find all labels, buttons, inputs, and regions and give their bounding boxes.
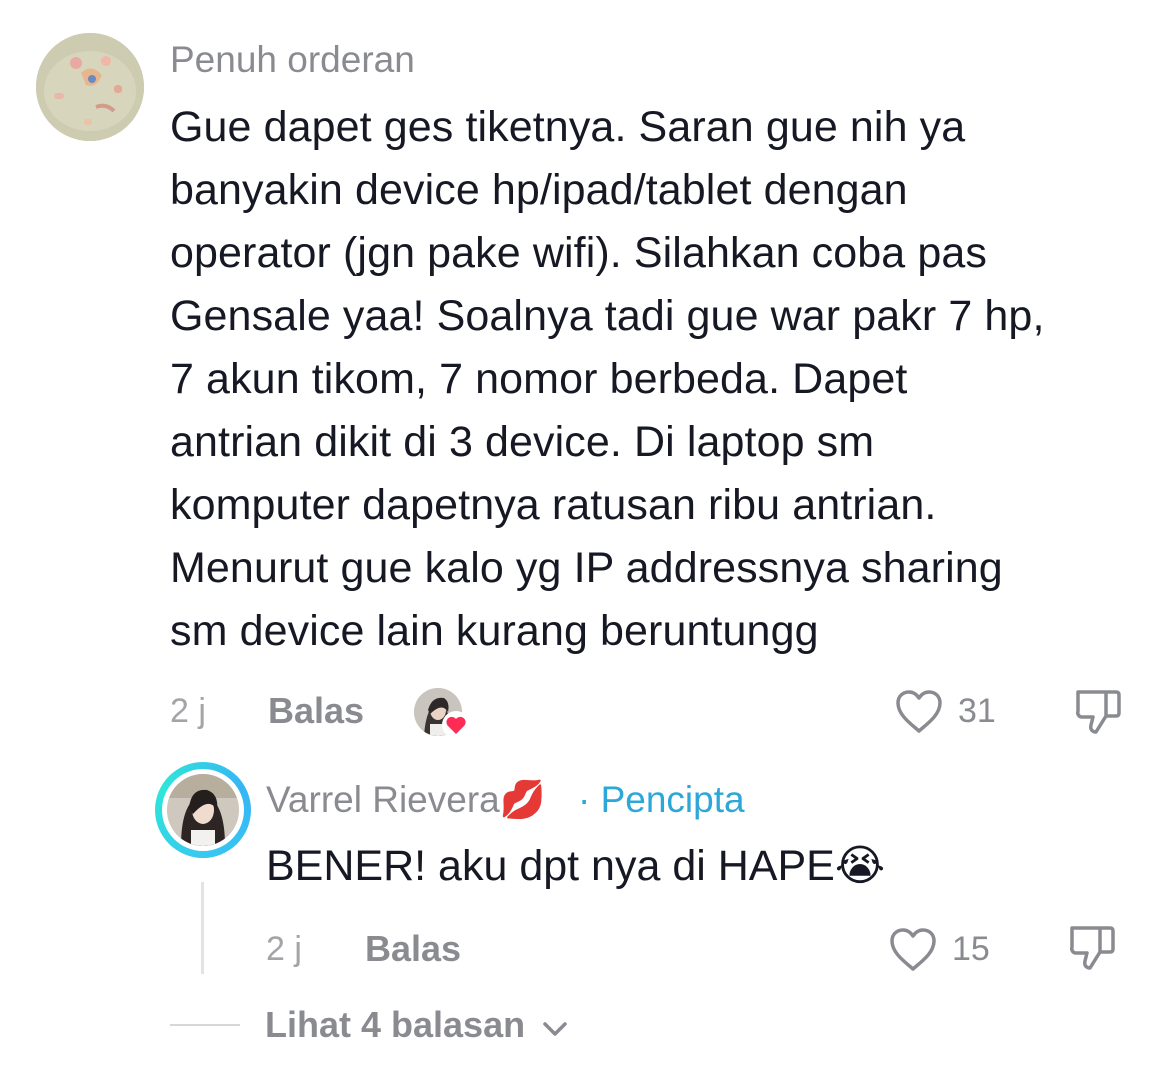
thumbs-down-icon[interactable] <box>1070 684 1126 740</box>
view-replies-button[interactable]: Lihat 4 balasan <box>265 1001 569 1051</box>
heart-outline-icon[interactable] <box>887 926 939 974</box>
reply-button[interactable]: Balas <box>268 686 364 736</box>
comment-line: Gensale yaa! Soalnya tadi gue war pakr 7… <box>170 292 1045 340</box>
comment-line: antrian dikit di 3 device. Di laptop sm <box>170 418 875 466</box>
reply-reply-button[interactable]: Balas <box>365 924 461 974</box>
comment-line: 7 akun tikom, 7 nomor berbeda. Dapet <box>170 355 908 403</box>
reply-avatar[interactable] <box>167 774 239 846</box>
comment-line: sm device lain kurang beruntungg <box>170 607 819 655</box>
view-replies-divider <box>170 1024 240 1026</box>
thumbs-down-icon[interactable] <box>1064 920 1120 976</box>
view-replies-label: Lihat 4 balasan <box>265 1004 526 1045</box>
comment-text: Gue dapet ges tiketnya. Saran gue nih ya… <box>170 96 1150 663</box>
commenter-avatar[interactable] <box>36 33 144 141</box>
comment-line: komputer dapetnya ratusan ribu antrian. <box>170 481 937 529</box>
comment-line: operator (jgn pake wifi). Silahkan coba … <box>170 229 987 277</box>
comment-timestamp: 2 j <box>170 692 206 730</box>
heart-outline-icon[interactable] <box>893 688 945 736</box>
reply-like-count: 15 <box>952 930 990 968</box>
heart-filled-icon <box>441 710 471 740</box>
comment-line: Menurut gue kalo yg IP addressnya sharin… <box>170 544 1003 592</box>
reply-username[interactable]: Varrel Rievera💋 <box>266 778 546 822</box>
comment-line: Gue dapet ges tiketnya. Saran gue nih ya <box>170 103 966 151</box>
reply-text: BENER! aku dpt nya di HAPE😭 <box>266 842 886 890</box>
like-count: 31 <box>958 692 996 730</box>
comment-line: banyakin device hp/ipad/tablet dengan <box>170 166 908 214</box>
chevron-down-icon <box>541 1003 569 1051</box>
reply-timestamp: 2 j <box>266 930 302 968</box>
thread-line <box>201 882 204 974</box>
creator-badge: · Pencipta <box>578 779 745 820</box>
commenter-username[interactable]: Penuh orderan <box>170 38 415 82</box>
